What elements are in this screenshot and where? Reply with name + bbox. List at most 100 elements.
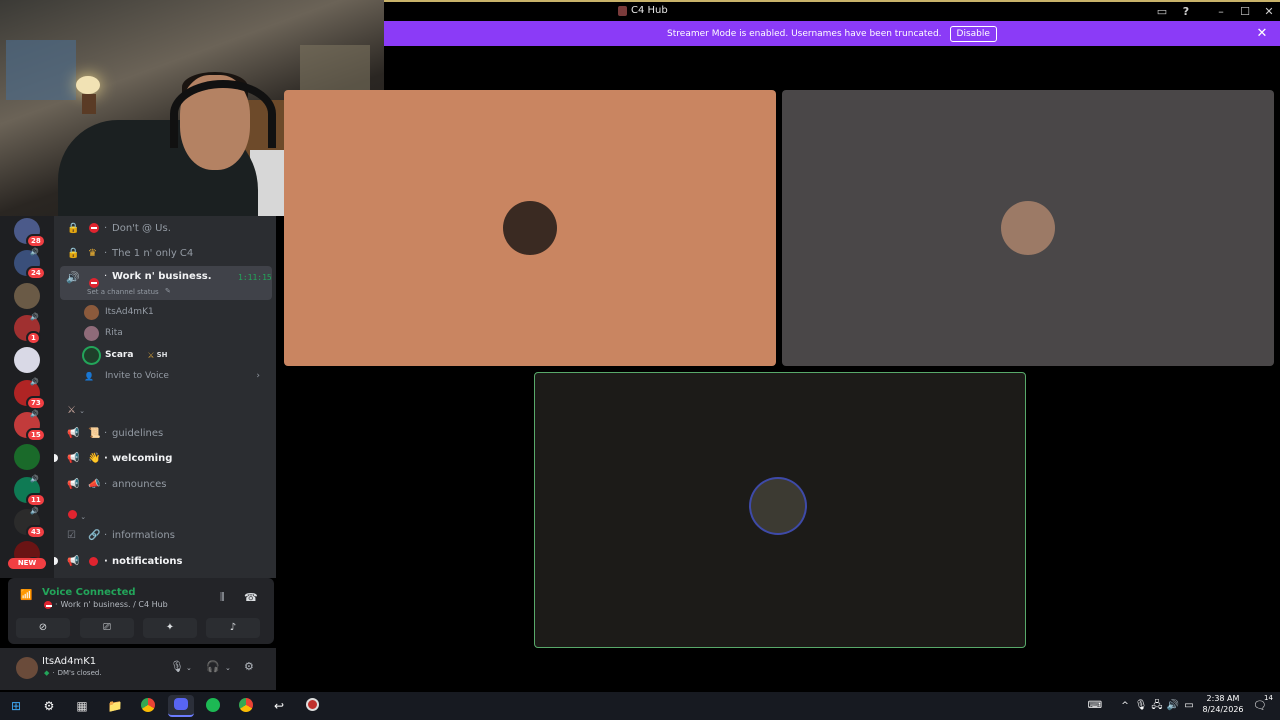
voice-user[interactable]: Rita [84, 323, 274, 343]
banner-text: Streamer Mode is enabled. Usernames have… [667, 28, 942, 39]
channel-name: welcoming [112, 452, 173, 464]
category-header[interactable]: ⚔ ⌄ [67, 405, 85, 416]
video-tile[interactable] [284, 90, 776, 366]
server-icon [618, 5, 627, 16]
channel-status-prompt[interactable]: Set a channel status [87, 288, 159, 296]
maximize-button[interactable]: ☐ [1237, 4, 1253, 20]
voice-channel-path[interactable]: · Work n' business. / C4 Hub [44, 600, 168, 609]
screen-share-button[interactable]: ⎚ [80, 618, 134, 638]
windows-start-icon[interactable]: ⊞ [8, 698, 24, 714]
participant-avatar [751, 479, 805, 533]
red-circle-icon [89, 556, 98, 566]
server-icon[interactable] [14, 283, 40, 309]
video-tile[interactable] [782, 90, 1274, 366]
webcam-lamp [76, 76, 100, 94]
dnd-icon [44, 600, 52, 609]
text-channel-unread[interactable]: 📢 👋 · welcoming [54, 447, 276, 469]
inbox-icon[interactable]: ▭ [1154, 4, 1170, 20]
camera-button[interactable]: ⊘ [16, 618, 70, 638]
rules-icon: ☑ [67, 529, 76, 541]
announcement-icon: 📢 [67, 452, 80, 464]
mention-badge: 43 [26, 525, 46, 539]
channel-name: guidelines [112, 427, 164, 439]
keyboard-layout-icon[interactable]: ⌨ [1087, 698, 1103, 714]
minimize-button[interactable]: – [1213, 4, 1229, 20]
user-name[interactable]: ItsAd4mK1 [42, 656, 96, 667]
speaker-icon: 🔊 [30, 313, 39, 321]
server-icon[interactable] [14, 444, 40, 470]
unread-indicator [54, 454, 58, 462]
crown-icon: ♛ [88, 247, 97, 259]
server-icon[interactable] [14, 347, 40, 373]
spotify-icon[interactable] [205, 698, 221, 714]
voice-user[interactable]: ItsAd4mK1 [84, 302, 274, 322]
chrome-icon[interactable] [238, 698, 254, 714]
link-icon: 🔗 [88, 529, 101, 541]
chevron-down-icon[interactable]: ⌄ [186, 664, 192, 672]
soundboard-button[interactable]: ♪ [206, 618, 260, 638]
invite-to-voice[interactable]: 👤 Invite to Voice › [84, 366, 274, 386]
speaker-icon: 🔊 [30, 475, 39, 483]
chevron-down-icon: ⌄ [80, 513, 87, 521]
microphone-icon[interactable]: 🎙 [1133, 698, 1149, 714]
voice-channel-dont-at-us[interactable]: 🔒 · Don't @ Us. [54, 217, 276, 239]
dnd-icon [89, 278, 99, 288]
folder-icon[interactable]: 📁 [107, 698, 123, 714]
capcut-icon[interactable]: ↩ [271, 698, 287, 714]
battery-icon[interactable]: ▭ [1181, 698, 1197, 714]
tray-chevron-icon[interactable]: ^ [1117, 698, 1133, 714]
obs-icon[interactable] [304, 698, 320, 714]
discord-icon[interactable] [168, 695, 194, 717]
mention-badge: 24 [26, 266, 46, 280]
speaker-icon: 🔊 [30, 248, 39, 256]
webcam-window [6, 40, 76, 100]
channel-prefix: · [104, 247, 108, 259]
webcam-lamp-base [82, 94, 96, 114]
avatar[interactable] [16, 657, 38, 679]
category-header[interactable]: ⌄ [68, 510, 86, 522]
text-channel[interactable]: 📢 📜 · guidelines [54, 422, 276, 444]
mention-badge: 11 [26, 493, 46, 507]
pencil-icon[interactable]: ✎ [165, 287, 171, 295]
invite-label: Invite to Voice [105, 371, 169, 381]
noise-suppression-icon[interactable]: ⫼ [220, 592, 225, 603]
participant-avatar [503, 201, 557, 255]
channel-sidebar: 🔒 · Don't @ Us. 🔒 ♛ · The 1 n' only C4 🔊… [54, 216, 276, 578]
disable-button[interactable]: Disable [949, 25, 997, 42]
voice-channel-the-1-n-only-c4[interactable]: 🔒 ♛ · The 1 n' only C4 [54, 242, 276, 264]
announcement-icon: 📢 [67, 427, 80, 439]
settings-icon[interactable]: ⚙ [41, 698, 57, 714]
banner-close-icon[interactable]: ✕ [1254, 26, 1270, 42]
text-channel[interactable]: ☑ 🔗 · informations [54, 524, 276, 546]
text-channel[interactable]: 📢 📣 · announces [54, 473, 276, 495]
network-icon[interactable]: 🖧 [1149, 698, 1165, 714]
voice-status[interactable]: Voice Connected [42, 587, 136, 598]
speaker-icon: 🔊 [66, 271, 80, 284]
volume-icon[interactable]: 🔊 [1165, 698, 1181, 714]
voice-user-name: Scara [105, 350, 134, 360]
disconnect-icon[interactable]: ☎ [244, 591, 258, 604]
lock-icon: 🔒 [67, 222, 80, 234]
dnd-icon [89, 223, 99, 233]
user-status: ◆ · DM's closed. [44, 669, 102, 677]
gear-icon[interactable]: ⚙ [244, 660, 254, 673]
headphones-icon[interactable]: 🎧 [206, 660, 220, 673]
activities-button[interactable]: ✦ [143, 618, 197, 638]
help-icon[interactable]: ? [1178, 4, 1194, 20]
speaker-icon: 🔊 [30, 410, 39, 418]
calculator-icon[interactable]: ▦ [74, 698, 90, 714]
soundboard-icon: ♪ [229, 622, 237, 633]
mention-badge: 1 [26, 331, 41, 345]
chevron-down-icon[interactable]: ⌄ [225, 664, 231, 672]
signal-icon[interactable]: 📶 [20, 590, 32, 601]
voice-user-speaking[interactable]: Scara ⚔ SH [84, 345, 274, 365]
chrome-icon[interactable] [140, 698, 156, 714]
clock[interactable]: 2:38 AM 8/24/2026 [1198, 693, 1248, 715]
close-button[interactable]: ✕ [1261, 4, 1277, 20]
active-voice-channel[interactable]: 🔊 · Work n' business. 1:11:15 Set a chan… [60, 266, 272, 300]
video-tile-speaking[interactable] [534, 372, 1026, 648]
avatar [84, 304, 99, 320]
text-channel-unread[interactable]: 📢 · notifications [54, 550, 276, 572]
microphone-icon[interactable]: 🎙 [170, 660, 184, 673]
user-panel: ItsAd4mK1 ◆ · DM's closed. 🎙 ⌄ 🎧 ⌄ ⚙ [0, 648, 276, 690]
